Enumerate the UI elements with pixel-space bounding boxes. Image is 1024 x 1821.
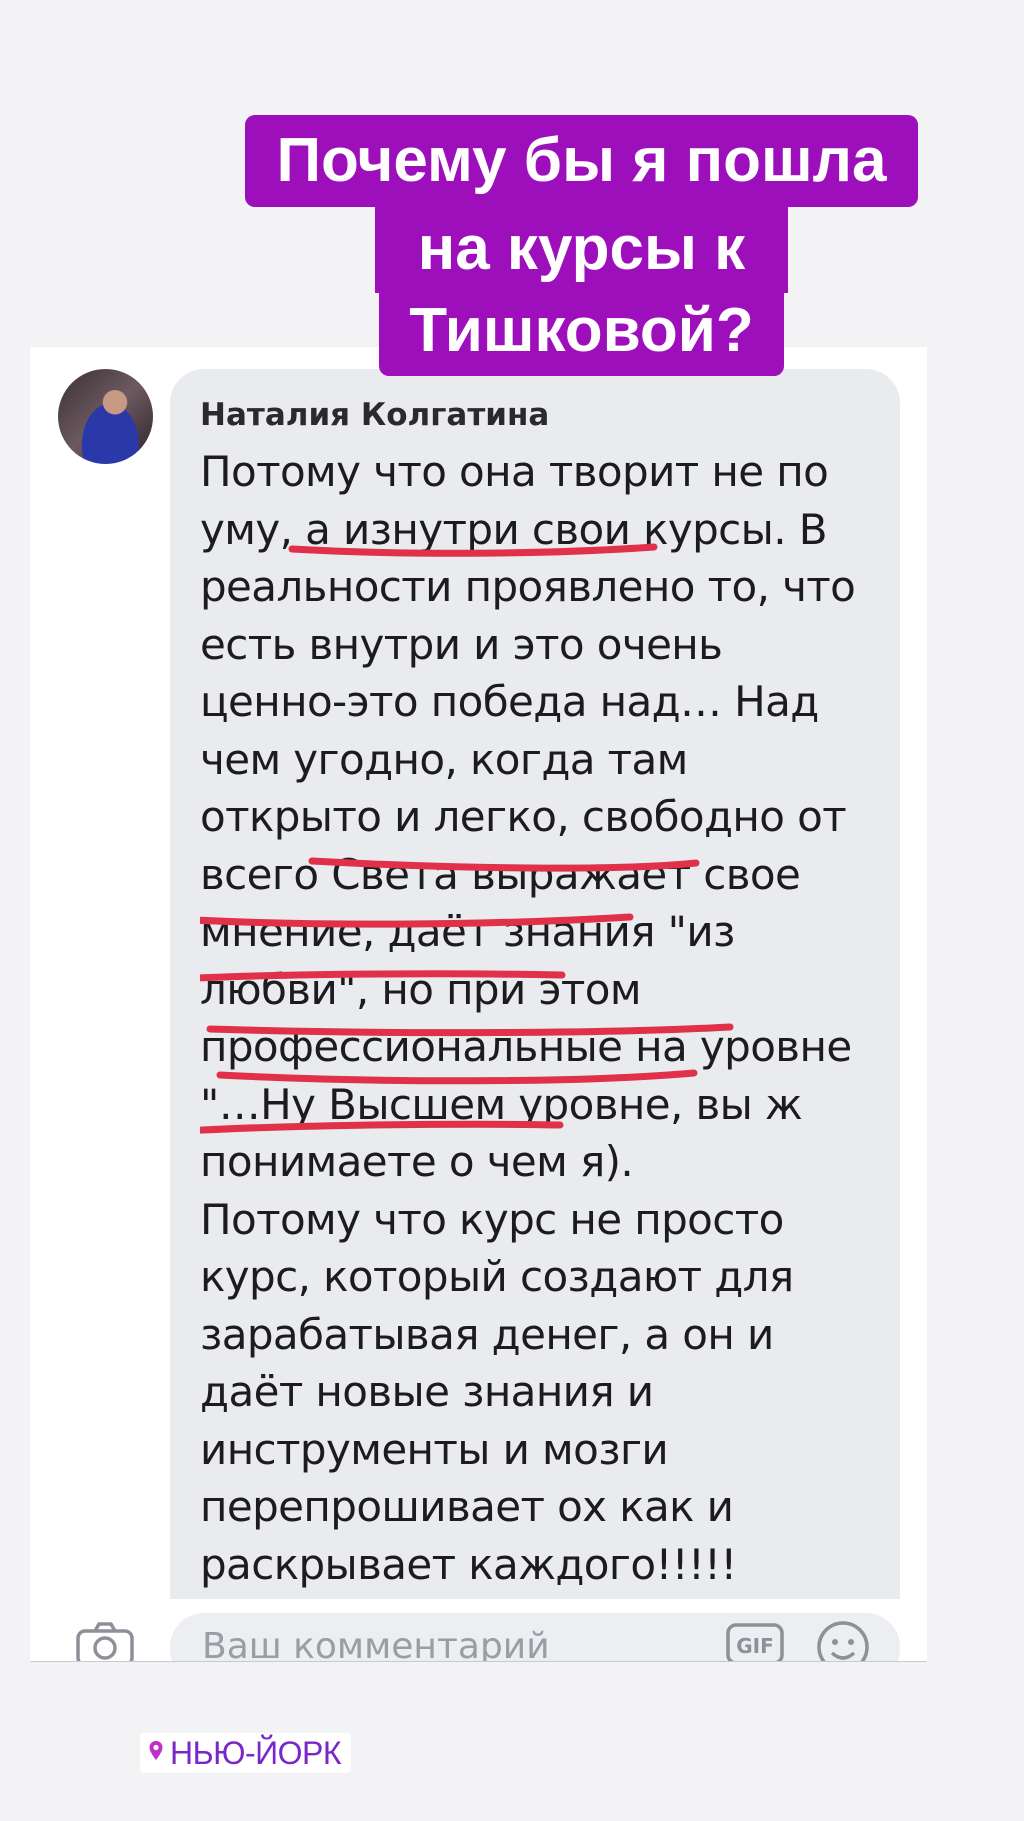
location-label: НЬЮ-ЙОРК [170, 1734, 341, 1771]
smile-icon[interactable] [815, 1619, 871, 1662]
title-sticker-line: Тишковой? [379, 290, 784, 376]
comment-line: реальности проявлено то, что [200, 562, 856, 611]
comment-line: любви", но при этом [200, 964, 642, 1014]
location-pin-icon [148, 1740, 164, 1767]
comment-text: Потому что она творит не по уму, а изнут… [200, 443, 870, 1593]
comment-line: Потому что курс не просто [200, 1194, 784, 1244]
comment-line: Потому что она творит не по [200, 447, 829, 496]
comment-line: мнение, даёт знания "из [200, 907, 735, 956]
camera-icon[interactable] [75, 1619, 135, 1662]
comment-line: раскрывает каждого!!!!! [200, 1539, 737, 1589]
comment-line: есть внутри и это очень [200, 619, 723, 669]
comment-screenshot: Наталия Колгатина Потому что она творит … [30, 347, 927, 1662]
comment-line: перепрошивает ох как и [200, 1482, 734, 1531]
title-sticker-line: на курсы к [375, 205, 788, 293]
svg-text:GIF: GIF [736, 1634, 774, 1658]
comment-line: понимаете о чем я). [200, 1137, 634, 1186]
comment-line: курс, который создают для [200, 1252, 794, 1301]
comment-line: ценно-это победа над… Над [200, 677, 819, 726]
comment-line: чем угодно, когда там [200, 734, 688, 784]
comment-line: инструменты и мозги [200, 1424, 669, 1474]
comment-author[interactable]: Наталия Колгатина [200, 395, 870, 435]
location-sticker[interactable]: НЬЮ-ЙОРК [140, 1733, 351, 1773]
comment-bubble: Наталия Колгатина Потому что она творит … [170, 369, 900, 1662]
comment-line: открыто и легко, свободно от [200, 792, 847, 841]
comment-line: зарабатывая денег, а он и [200, 1309, 774, 1359]
comment-line: всего Света выражает свое [200, 849, 801, 899]
comment-line: уму, а изнутри свои курсы. В [200, 504, 828, 554]
divider [30, 1661, 927, 1662]
gif-icon[interactable]: GIF [725, 1621, 785, 1662]
comment-line: "…Ну Высшем уровне, вы ж [200, 1079, 803, 1129]
avatar[interactable] [58, 369, 153, 464]
comment-input[interactable]: Ваш комментарий [170, 1613, 900, 1662]
comment-input-bar: Ваш комментарий GIF [30, 1599, 927, 1662]
title-sticker-line: Почему бы я пошла [245, 115, 918, 207]
comment-line: профессиональные на уровне [200, 1022, 852, 1071]
comment-line: даёт новые знания и [200, 1367, 654, 1416]
